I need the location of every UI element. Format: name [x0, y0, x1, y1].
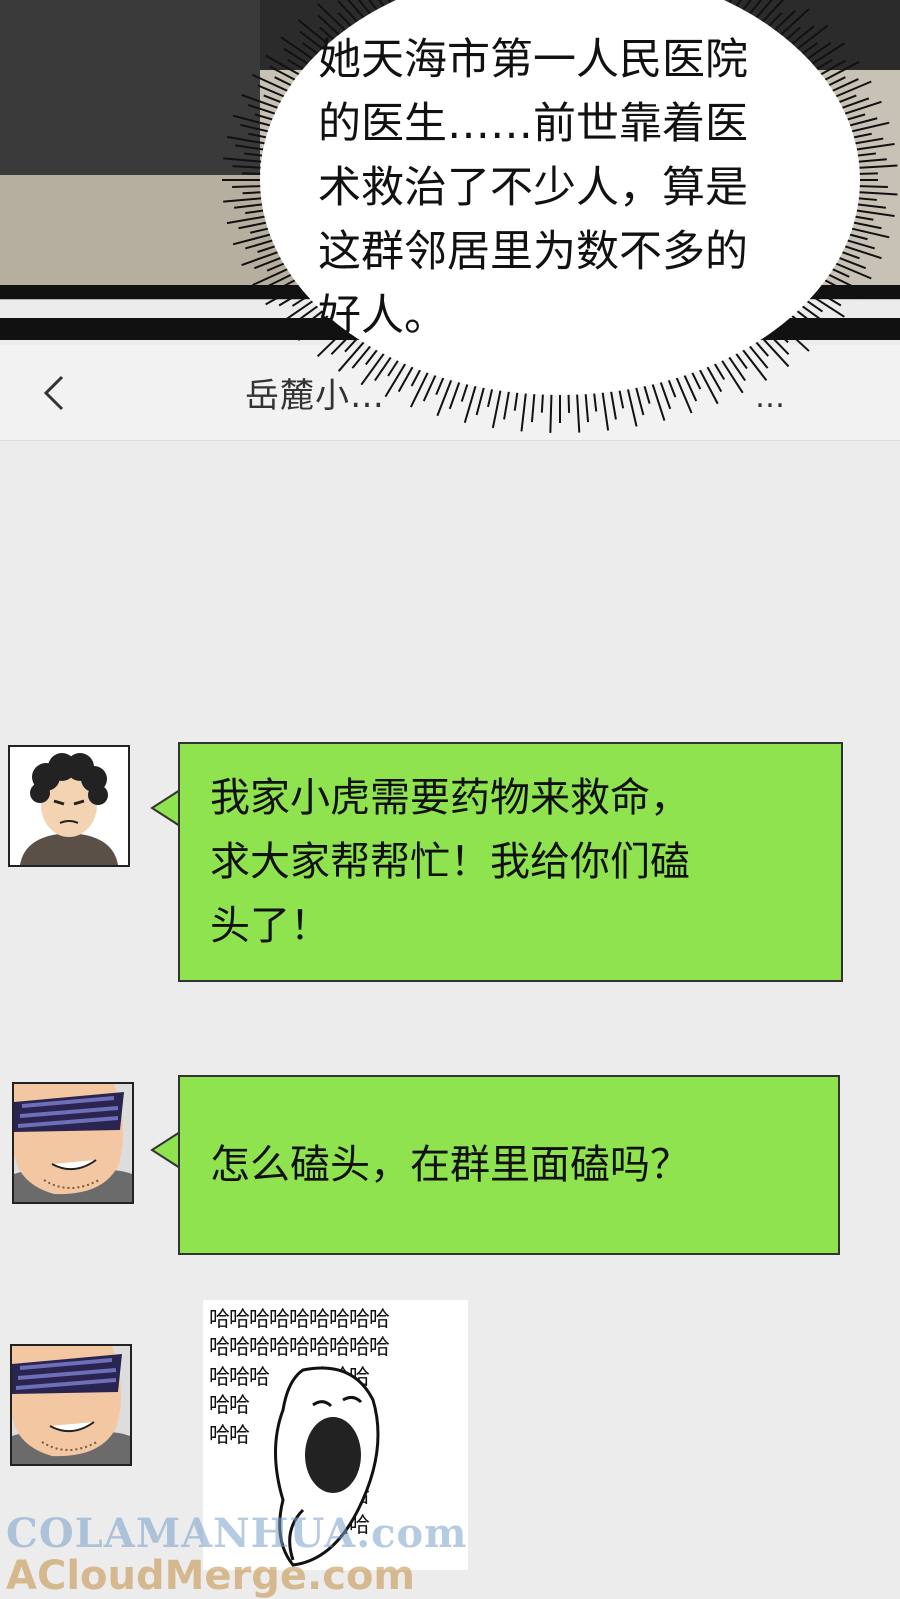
burst-ray	[817, 59, 847, 78]
avatar-curly-hair-icon	[10, 747, 128, 865]
burst-ray	[719, 356, 744, 394]
burst-ray	[854, 158, 887, 163]
burst-ray	[241, 249, 282, 266]
burst-ray	[530, 390, 536, 423]
burst-ray	[849, 220, 882, 230]
narration-line: 好人。	[318, 291, 447, 341]
narration-text: 她天海市第一人民医院 的医生……前世靠着医 术救治了不少人，算是 这群邻居里为数…	[318, 28, 818, 348]
burst-ray	[238, 220, 271, 230]
burst-ray	[503, 387, 511, 420]
back-arrow-icon[interactable]	[42, 375, 66, 411]
burst-ray	[384, 360, 409, 398]
narration-line: 她天海市第一人民医院	[318, 35, 748, 85]
burst-ray	[223, 157, 266, 163]
burst-ray	[232, 185, 265, 188]
burst-ray	[409, 368, 431, 408]
burst-ray	[283, 47, 312, 67]
burst-ray	[252, 266, 292, 287]
burst-ray	[240, 123, 272, 134]
burst-ray	[853, 203, 886, 209]
burst-ray	[257, 84, 288, 99]
burst-ray	[575, 390, 581, 433]
burst-ray	[337, 0, 361, 26]
burst-ray	[226, 214, 269, 225]
burst-ray	[832, 261, 872, 280]
burst-ray	[223, 197, 266, 203]
burst-ray	[841, 244, 882, 260]
burst-ray	[584, 390, 590, 423]
narration-line: 术救治了不少人，算是	[318, 163, 748, 213]
bubble-tail	[150, 1130, 180, 1170]
burst-ray	[855, 191, 898, 196]
burst-ray	[626, 385, 638, 427]
burst-ray	[235, 144, 268, 151]
burst-ray	[658, 378, 672, 410]
burst-ray	[825, 272, 855, 289]
burst-ray	[226, 135, 269, 146]
watermark: COLAMANHUA.com	[6, 1510, 468, 1557]
burst-ray	[852, 209, 895, 217]
avatar-sunglasses[interactable]	[10, 1344, 132, 1466]
burst-ray	[549, 390, 553, 433]
burst-ray	[726, 353, 746, 382]
burst-ray	[436, 376, 454, 417]
burst-ray	[841, 100, 882, 116]
avatar-curly-hair[interactable]	[8, 745, 130, 867]
message-line: 头了！	[210, 903, 330, 949]
burst-ray	[294, 303, 322, 324]
avatar-sunglasses[interactable]	[12, 1082, 134, 1204]
narration-line: 的医生……前世靠着医	[318, 99, 748, 149]
burst-ray	[852, 143, 895, 151]
message-bubble[interactable]: 怎么磕头，在群里面磕吗？	[178, 1075, 840, 1255]
comic-page: 岳麓小… … 她天海市第一人民医院 的医生……前世靠着医 术救治了不少人，算是 …	[0, 0, 900, 1599]
burst-ray	[674, 373, 693, 414]
burst-ray	[374, 353, 394, 382]
message-line: 求大家帮帮忙！我给你们磕	[210, 839, 690, 885]
burst-ray	[855, 164, 898, 169]
bubble-tail	[150, 788, 180, 828]
burst-ray	[520, 389, 528, 432]
burst-ray	[397, 363, 416, 393]
burst-ray	[265, 272, 295, 289]
sticker-text-row: 哈哈哈哈哈哈哈哈哈	[209, 1335, 390, 1359]
sticker-text-row: 哈哈哈哈哈哈哈哈哈	[209, 1307, 390, 1331]
burst-ray	[601, 388, 610, 431]
message-line: 怎么磕头，在群里面磕吗？	[210, 1142, 690, 1188]
burst-ray	[634, 383, 645, 416]
watermark: ACloudMerge.com	[6, 1553, 416, 1599]
narration-line: 这群邻居里为数不多的	[318, 227, 748, 277]
burst-ray	[851, 137, 884, 146]
burst-ray	[269, 65, 299, 83]
burst-ray	[704, 363, 723, 393]
burst-ray	[753, 0, 773, 22]
avatar-sunglasses-icon	[12, 1346, 130, 1464]
burst-ray	[491, 386, 503, 429]
message-bubble[interactable]: 我家小虎需要药物来救命， 求大家帮帮忙！我给你们磕 头了！	[178, 742, 843, 982]
burst-ray	[828, 78, 859, 94]
burst-ray	[855, 185, 888, 188]
burst-ray	[475, 383, 486, 416]
avatar-sunglasses-icon	[14, 1084, 132, 1202]
burst-ray	[697, 366, 719, 405]
burst-ray	[241, 94, 282, 111]
burst-ray	[609, 387, 617, 420]
message-line: 我家小虎需要药物来救命，	[210, 775, 690, 821]
burst-ray	[234, 203, 267, 209]
burst-ray	[448, 378, 462, 410]
burst-ray	[232, 165, 265, 169]
burst-ray	[832, 80, 872, 99]
burst-ray	[278, 288, 308, 307]
burst-ray	[252, 73, 292, 94]
